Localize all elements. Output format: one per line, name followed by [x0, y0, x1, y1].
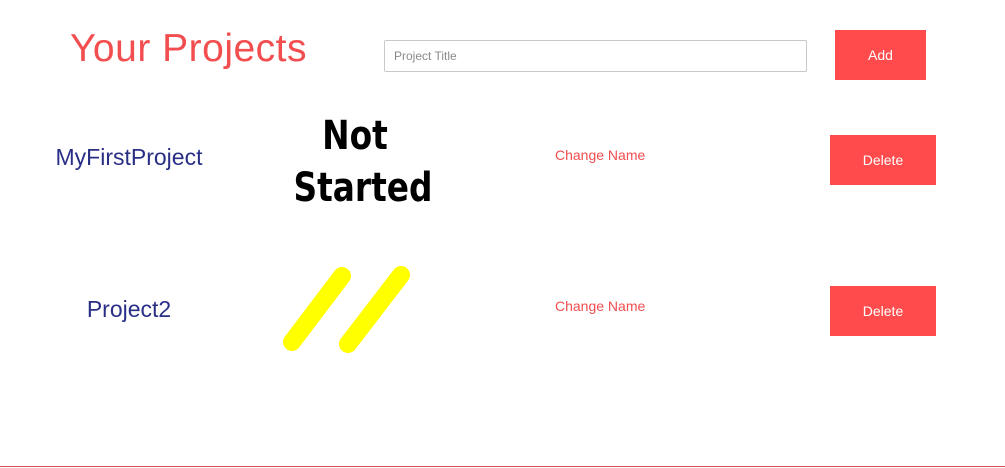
change-name-link[interactable]: Change Name [555, 298, 645, 314]
delete-button[interactable]: Delete [830, 286, 936, 336]
status-label: Not Started [293, 113, 433, 211]
bottom-divider [0, 466, 1005, 467]
delete-button[interactable]: Delete [830, 135, 936, 185]
yellow-double-stroke-icon [283, 266, 410, 353]
project-title-input[interactable] [384, 40, 807, 72]
project-name-myfirstproject: MyFirstProject [55, 144, 203, 170]
page-title: Your Projects [70, 27, 308, 70]
change-name-link[interactable]: Change Name [555, 147, 645, 163]
project-name-project2: Project2 [86, 296, 172, 322]
add-button[interactable]: Add [835, 30, 926, 80]
